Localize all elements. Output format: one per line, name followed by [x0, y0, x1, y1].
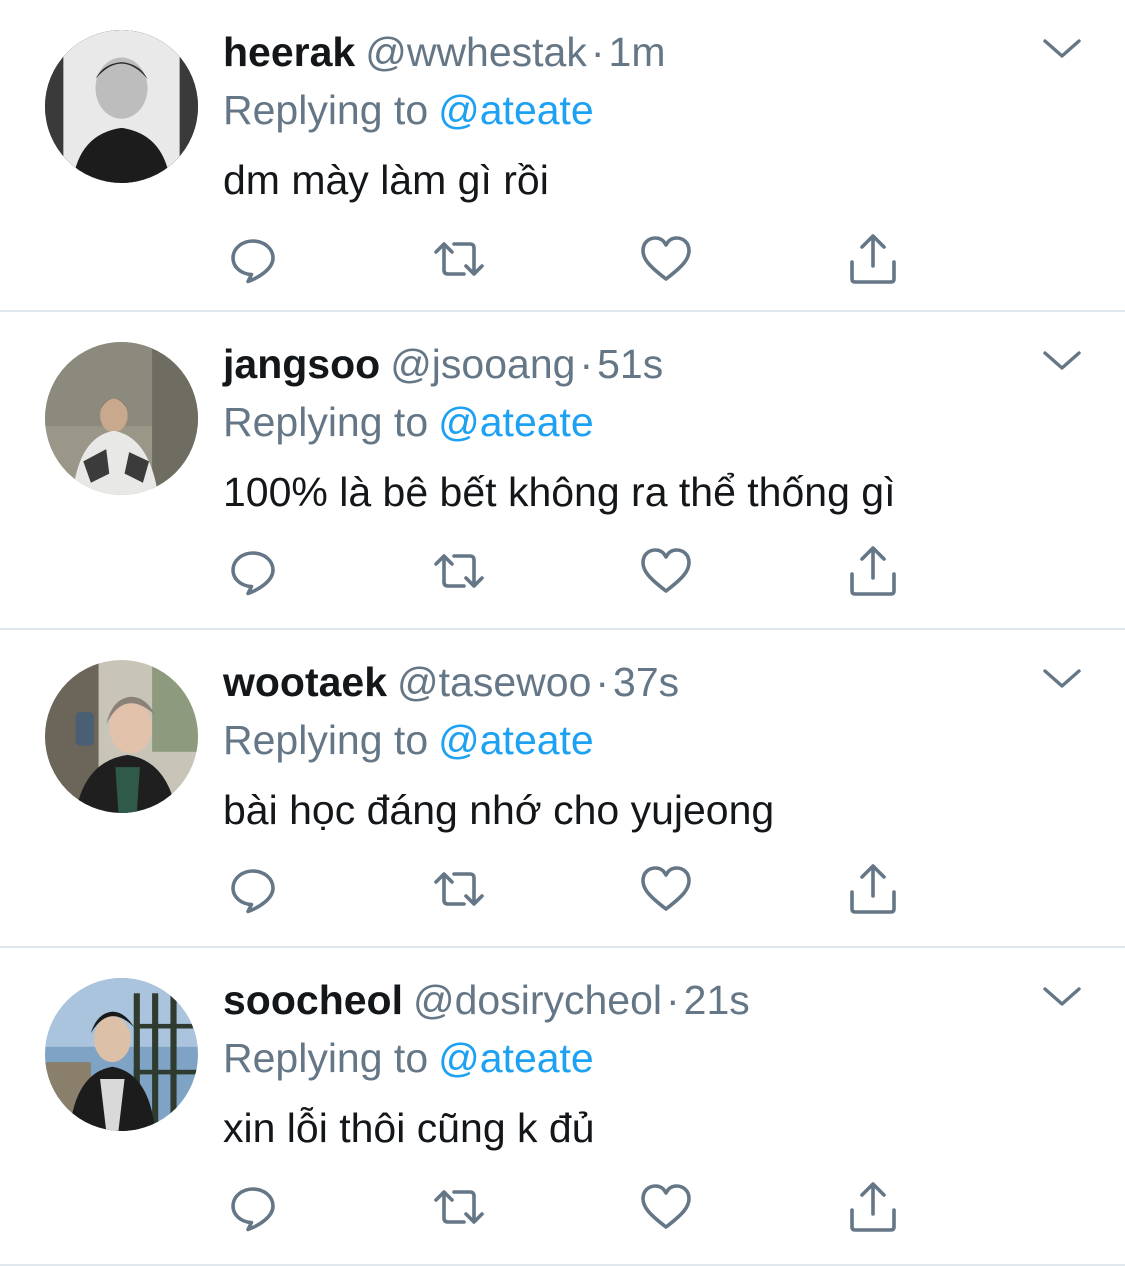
share-button[interactable]: [846, 1180, 900, 1234]
reply-icon: [231, 239, 275, 284]
display-name[interactable]: wootaek: [223, 659, 387, 705]
avatar[interactable]: [45, 342, 198, 495]
retweet-icon: [434, 242, 484, 276]
heart-icon: [641, 236, 691, 281]
tweet-text: bài học đáng nhớ cho yujeong: [223, 787, 775, 833]
share-button[interactable]: [846, 232, 900, 286]
timestamp[interactable]: 1m: [609, 29, 666, 75]
like-button[interactable]: [639, 1180, 693, 1234]
reply-icon: [231, 1187, 275, 1232]
heart-icon: [641, 866, 691, 911]
tweet-item[interactable]: soocheol @dosirycheol·21s Replying to @ate…: [0, 948, 1125, 1266]
mention-link[interactable]: @ateate: [438, 399, 594, 445]
avatar[interactable]: [45, 30, 198, 183]
avatar-image: [45, 342, 198, 495]
tweet-item[interactable]: wootaek @tasewoo·37s Replying to @ateate b…: [0, 630, 1125, 948]
timestamp[interactable]: 51s: [597, 341, 663, 387]
like-button[interactable]: [639, 544, 693, 598]
retweet-button[interactable]: [432, 544, 486, 598]
action-bar: [0, 1180, 1125, 1234]
retweet-button[interactable]: [432, 1180, 486, 1234]
tweet-header: jangsoo @jsooang·51s: [223, 338, 663, 390]
tweet-text: xin lỗi thôi cũng k đủ: [223, 1105, 595, 1151]
mention-link[interactable]: @ateate: [438, 87, 594, 133]
replying-to-line: Replying to @ateate: [223, 1032, 594, 1084]
display-name[interactable]: soocheol: [223, 977, 403, 1023]
share-icon: [850, 1182, 896, 1232]
mention-link[interactable]: @ateate: [438, 717, 594, 763]
timestamp[interactable]: 21s: [684, 977, 750, 1023]
action-bar: [0, 232, 1125, 286]
tweet-text: dm mày làm gì rồi: [223, 157, 549, 203]
retweet-icon: [434, 872, 484, 906]
avatar[interactable]: [45, 978, 198, 1131]
mention-link[interactable]: @ateate: [438, 1035, 594, 1081]
chevron-down-icon: [1043, 669, 1081, 688]
display-name[interactable]: jangsoo: [223, 341, 380, 387]
reply-button[interactable]: [226, 544, 280, 598]
replying-to-label: Replying to: [223, 717, 429, 763]
share-icon: [850, 234, 896, 284]
like-button[interactable]: [639, 862, 693, 916]
reply-button[interactable]: [226, 862, 280, 916]
chevron-down-icon: [1043, 351, 1081, 370]
heart-icon: [641, 1184, 691, 1229]
user-handle[interactable]: @jsooang: [390, 341, 575, 387]
tweet-text: 100% là bê bết không ra thể thống gì: [223, 469, 896, 515]
tweet-header: wootaek @tasewoo·37s: [223, 656, 679, 708]
share-button[interactable]: [846, 544, 900, 598]
reply-feed: heerak @wwhestak·1m Replying to @ateate dm…: [0, 0, 1125, 1266]
replying-to-line: Replying to @ateate: [223, 714, 594, 766]
action-bar: [0, 862, 1125, 916]
timestamp[interactable]: 37s: [613, 659, 679, 705]
user-handle[interactable]: @tasewoo: [397, 659, 591, 705]
separator-dot: ·: [590, 29, 605, 75]
reply-button[interactable]: [226, 232, 280, 286]
retweet-icon: [434, 1190, 484, 1224]
share-button[interactable]: [846, 862, 900, 916]
chevron-down-icon: [1043, 39, 1081, 58]
user-handle[interactable]: @dosirycheol: [413, 977, 662, 1023]
avatar-image: [45, 978, 198, 1131]
avatar[interactable]: [45, 660, 198, 813]
more-options-button[interactable]: [1040, 34, 1084, 64]
avatar-image: [45, 660, 198, 813]
replying-to-label: Replying to: [223, 87, 429, 133]
share-icon: [850, 864, 896, 914]
reply-icon: [231, 551, 275, 596]
separator-dot: ·: [666, 977, 680, 1023]
tweet-header: soocheol @dosirycheol·21s: [223, 974, 750, 1026]
action-bar: [0, 544, 1125, 598]
avatar-image: [45, 30, 198, 183]
retweet-button[interactable]: [432, 862, 486, 916]
share-icon: [850, 546, 896, 596]
more-options-button[interactable]: [1040, 982, 1084, 1012]
reply-icon: [231, 869, 275, 914]
display-name[interactable]: heerak: [223, 29, 355, 75]
replying-to-label: Replying to: [223, 399, 429, 445]
heart-icon: [641, 548, 691, 593]
like-button[interactable]: [639, 232, 693, 286]
tweet-item[interactable]: jangsoo @jsooang·51s Replying to @ateate 1…: [0, 312, 1125, 630]
retweet-icon: [434, 554, 484, 588]
more-options-button[interactable]: [1040, 664, 1084, 694]
separator-dot: ·: [595, 659, 610, 705]
replying-to-line: Replying to @ateate: [223, 396, 594, 448]
user-handle[interactable]: @wwhestak: [365, 29, 587, 75]
reply-button[interactable]: [226, 1180, 280, 1234]
retweet-button[interactable]: [432, 232, 486, 286]
chevron-down-icon: [1043, 987, 1081, 1006]
more-options-button[interactable]: [1040, 346, 1084, 376]
tweet-header: heerak @wwhestak·1m: [223, 26, 665, 78]
replying-to-line: Replying to @ateate: [223, 84, 594, 136]
separator-dot: ·: [579, 341, 594, 387]
replying-to-label: Replying to: [223, 1035, 429, 1081]
tweet-item[interactable]: heerak @wwhestak·1m Replying to @ateate dm…: [0, 0, 1125, 312]
